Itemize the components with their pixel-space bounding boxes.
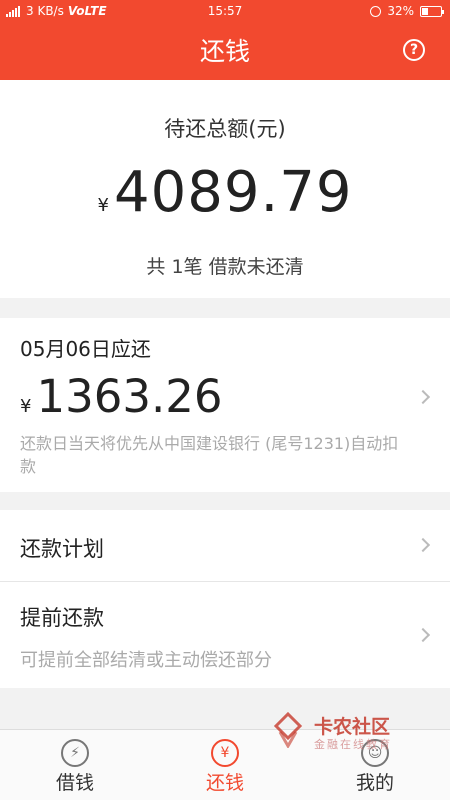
total-due-label: 待还总额(元): [164, 117, 286, 141]
page-title: 还钱: [199, 37, 250, 66]
watermark-logo-icon: [273, 712, 303, 748]
watermark-subtitle: 金融在线教育: [314, 738, 392, 751]
lightning-icon: ⚡: [61, 739, 89, 767]
next-payment-card[interactable]: 05月06日应还 ¥ 1363.26 还款日当天将优先从中国建设银行 (尾号12…: [0, 318, 450, 492]
chevron-right-icon: [415, 627, 431, 643]
yen-icon: ¥: [211, 739, 239, 767]
due-amount-value: 1363.26: [36, 370, 223, 423]
repayment-plan-item[interactable]: 还款计划: [0, 510, 450, 582]
due-date-label: 05月06日应还: [20, 337, 151, 361]
battery-icon: [420, 5, 444, 17]
status-bar: 3 KB/s VoLTE 15:57 32%: [0, 0, 450, 24]
tab-mine-label: 我的: [355, 772, 394, 794]
total-due-amount: ¥ 4089.79: [0, 160, 450, 225]
tab-borrow[interactable]: ⚡ 借钱: [0, 730, 150, 800]
currency-symbol: ¥: [20, 396, 32, 417]
status-right: 32%: [370, 4, 444, 18]
tab-borrow-label: 借钱: [55, 772, 94, 794]
early-repayment-item[interactable]: 提前还款 可提前全部结清或主动偿还部分: [0, 582, 450, 688]
chevron-right-icon: [415, 537, 431, 553]
total-due-value: 4089.79: [113, 160, 353, 225]
early-repayment-desc: 可提前全部结清或主动偿还部分: [20, 650, 272, 671]
alarm-icon: [370, 5, 382, 17]
battery-percent: 32%: [387, 4, 414, 18]
due-amount: ¥ 1363.26: [20, 370, 223, 423]
loan-count-text: 共 1笔 借款未还清: [146, 256, 304, 278]
early-repayment-label: 提前还款: [20, 606, 104, 630]
repayment-menu: 还款计划 提前还款 可提前全部结清或主动偿还部分: [0, 510, 450, 688]
auto-debit-note: 还款日当天将优先从中国建设银行 (尾号1231)自动扣款: [20, 434, 399, 476]
total-due-card: 待还总额(元) ¥ 4089.79 共 1笔 借款未还清: [0, 80, 450, 298]
help-icon[interactable]: ?: [403, 39, 425, 61]
watermark: 卡农社区 金融在线教育: [270, 710, 445, 760]
tab-repay-label: 还钱: [205, 772, 244, 794]
chevron-right-icon: [415, 389, 431, 405]
repayment-plan-label: 还款计划: [20, 537, 104, 561]
header-bar: 3 KB/s VoLTE 15:57 32% 还钱 ?: [0, 0, 450, 80]
watermark-title: 卡农社区: [314, 716, 391, 738]
currency-symbol: ¥: [97, 195, 109, 216]
